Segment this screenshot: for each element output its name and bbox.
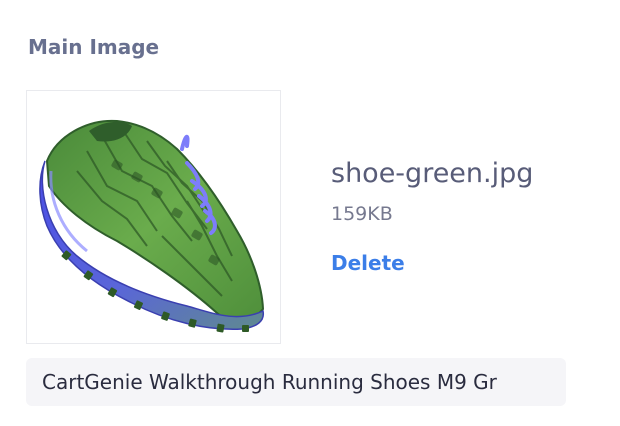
file-size: 159KB <box>331 203 393 225</box>
caption-field[interactable]: CartGenie Walkthrough Running Shoes M9 G… <box>26 358 566 406</box>
file-name: shoe-green.jpg <box>331 158 534 189</box>
delete-button[interactable]: Delete <box>331 249 405 277</box>
main-image-label: Main Image <box>28 35 160 59</box>
image-thumbnail[interactable] <box>26 90 281 344</box>
green-running-shoe-photo <box>39 119 265 333</box>
